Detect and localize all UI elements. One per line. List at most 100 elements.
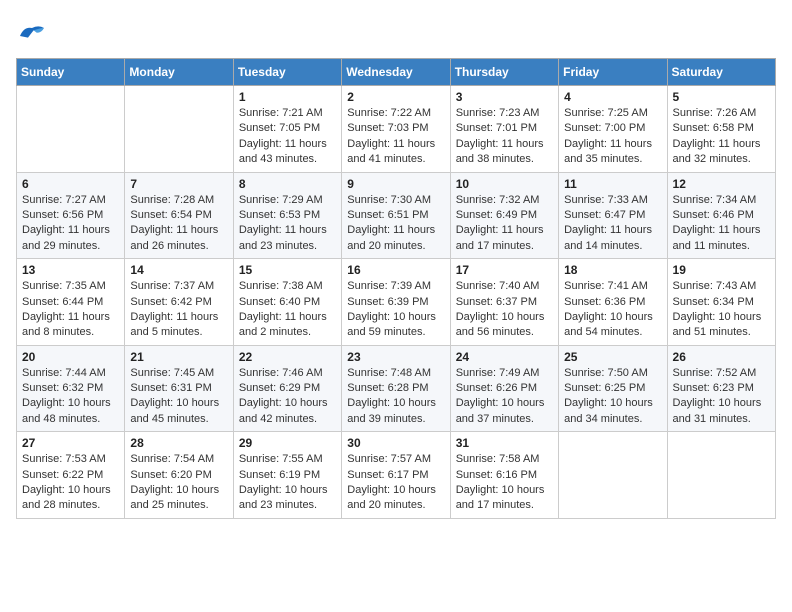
calendar-week-row: 20 Sunrise: 7:44 AMSunset: 6:32 PMDayligh… [17, 345, 776, 432]
day-number: 23 [347, 350, 444, 364]
day-number: 29 [239, 436, 336, 450]
calendar-cell: 25 Sunrise: 7:50 AMSunset: 6:25 PMDayligh… [559, 345, 667, 432]
day-number: 13 [22, 263, 119, 277]
calendar-cell: 15 Sunrise: 7:38 AMSunset: 6:40 PMDayligh… [233, 259, 341, 346]
logo [16, 16, 52, 48]
calendar-cell: 13 Sunrise: 7:35 AMSunset: 6:44 PMDayligh… [17, 259, 125, 346]
day-number: 27 [22, 436, 119, 450]
day-info: Sunrise: 7:48 AMSunset: 6:28 PMDaylight:… [347, 366, 444, 428]
calendar-cell: 21 Sunrise: 7:45 AMSunset: 6:31 PMDayligh… [125, 345, 233, 432]
day-info: Sunrise: 7:28 AMSunset: 6:54 PMDaylight:… [130, 193, 227, 255]
day-info: Sunrise: 7:55 AMSunset: 6:19 PMDaylight:… [239, 452, 336, 514]
day-info: Sunrise: 7:33 AMSunset: 6:47 PMDaylight:… [564, 193, 661, 255]
calendar-cell: 26 Sunrise: 7:52 AMSunset: 6:23 PMDayligh… [667, 345, 775, 432]
day-info: Sunrise: 7:37 AMSunset: 6:42 PMDaylight:… [130, 279, 227, 341]
column-header-saturday: Saturday [667, 59, 775, 86]
day-info: Sunrise: 7:35 AMSunset: 6:44 PMDaylight:… [22, 279, 119, 341]
calendar-cell: 30 Sunrise: 7:57 AMSunset: 6:17 PMDayligh… [342, 432, 450, 519]
day-number: 14 [130, 263, 227, 277]
calendar-cell: 22 Sunrise: 7:46 AMSunset: 6:29 PMDayligh… [233, 345, 341, 432]
day-number: 8 [239, 177, 336, 191]
day-number: 5 [673, 90, 770, 104]
day-info: Sunrise: 7:52 AMSunset: 6:23 PMDaylight:… [673, 366, 770, 428]
day-info: Sunrise: 7:21 AMSunset: 7:05 PMDaylight:… [239, 106, 336, 168]
calendar-cell: 6Sunrise: 7:27 AMSunset: 6:56 PMDaylight… [17, 172, 125, 259]
column-header-thursday: Thursday [450, 59, 558, 86]
day-info: Sunrise: 7:22 AMSunset: 7:03 PMDaylight:… [347, 106, 444, 168]
day-info: Sunrise: 7:46 AMSunset: 6:29 PMDaylight:… [239, 366, 336, 428]
calendar-cell: 11 Sunrise: 7:33 AMSunset: 6:47 PMDayligh… [559, 172, 667, 259]
day-number: 21 [130, 350, 227, 364]
day-number: 16 [347, 263, 444, 277]
day-number: 30 [347, 436, 444, 450]
calendar-table: SundayMondayTuesdayWednesdayThursdayFrid… [16, 58, 776, 519]
day-info: Sunrise: 7:34 AMSunset: 6:46 PMDaylight:… [673, 193, 770, 255]
day-number: 7 [130, 177, 227, 191]
day-info: Sunrise: 7:40 AMSunset: 6:37 PMDaylight:… [456, 279, 553, 341]
day-number: 31 [456, 436, 553, 450]
day-number: 11 [564, 177, 661, 191]
calendar-cell: 24 Sunrise: 7:49 AMSunset: 6:26 PMDayligh… [450, 345, 558, 432]
day-number: 2 [347, 90, 444, 104]
day-info: Sunrise: 7:25 AMSunset: 7:00 PMDaylight:… [564, 106, 661, 168]
calendar-cell: 27 Sunrise: 7:53 AMSunset: 6:22 PMDayligh… [17, 432, 125, 519]
calendar-cell: 2 Sunrise: 7:22 AMSunset: 7:03 PMDaylight… [342, 86, 450, 173]
calendar-cell: 7 Sunrise: 7:28 AMSunset: 6:54 PMDaylight… [125, 172, 233, 259]
column-header-wednesday: Wednesday [342, 59, 450, 86]
day-info: Sunrise: 7:58 AMSunset: 6:16 PMDaylight:… [456, 452, 553, 514]
calendar-cell: 9 Sunrise: 7:30 AMSunset: 6:51 PMDaylight… [342, 172, 450, 259]
calendar-cell: 10Sunrise: 7:32 AMSunset: 6:49 PMDayligh… [450, 172, 558, 259]
day-number: 25 [564, 350, 661, 364]
calendar-cell: 20 Sunrise: 7:44 AMSunset: 6:32 PMDayligh… [17, 345, 125, 432]
page-header [16, 16, 776, 48]
calendar-cell [17, 86, 125, 173]
logo-icon [16, 16, 48, 48]
day-info: Sunrise: 7:29 AMSunset: 6:53 PMDaylight:… [239, 193, 336, 255]
calendar-header-row: SundayMondayTuesdayWednesdayThursdayFrid… [17, 59, 776, 86]
day-number: 9 [347, 177, 444, 191]
column-header-sunday: Sunday [17, 59, 125, 86]
day-info: Sunrise: 7:45 AMSunset: 6:31 PMDaylight:… [130, 366, 227, 428]
column-header-monday: Monday [125, 59, 233, 86]
calendar-cell: 14 Sunrise: 7:37 AMSunset: 6:42 PMDayligh… [125, 259, 233, 346]
day-info: Sunrise: 7:38 AMSunset: 6:40 PMDaylight:… [239, 279, 336, 341]
day-number: 24 [456, 350, 553, 364]
day-info: Sunrise: 7:27 AMSunset: 6:56 PMDaylight:… [22, 193, 119, 255]
day-number: 15 [239, 263, 336, 277]
day-number: 18 [564, 263, 661, 277]
calendar-cell: 12 Sunrise: 7:34 AMSunset: 6:46 PMDayligh… [667, 172, 775, 259]
calendar-cell: 29 Sunrise: 7:55 AMSunset: 6:19 PMDayligh… [233, 432, 341, 519]
calendar-cell: 19 Sunrise: 7:43 AMSunset: 6:34 PMDayligh… [667, 259, 775, 346]
day-info: Sunrise: 7:54 AMSunset: 6:20 PMDaylight:… [130, 452, 227, 514]
day-info: Sunrise: 7:49 AMSunset: 6:26 PMDaylight:… [456, 366, 553, 428]
day-number: 4 [564, 90, 661, 104]
day-number: 26 [673, 350, 770, 364]
day-info: Sunrise: 7:23 AMSunset: 7:01 PMDaylight:… [456, 106, 553, 168]
calendar-cell [125, 86, 233, 173]
calendar-cell: 23 Sunrise: 7:48 AMSunset: 6:28 PMDayligh… [342, 345, 450, 432]
day-number: 17 [456, 263, 553, 277]
calendar-cell [667, 432, 775, 519]
day-info: Sunrise: 7:30 AMSunset: 6:51 PMDaylight:… [347, 193, 444, 255]
calendar-cell: 28Sunrise: 7:54 AMSunset: 6:20 PMDayligh… [125, 432, 233, 519]
calendar-cell [559, 432, 667, 519]
day-number: 10 [456, 177, 553, 191]
calendar-cell: 31 Sunrise: 7:58 AMSunset: 6:16 PMDayligh… [450, 432, 558, 519]
day-info: Sunrise: 7:43 AMSunset: 6:34 PMDaylight:… [673, 279, 770, 341]
calendar-cell: 16Sunrise: 7:39 AMSunset: 6:39 PMDayligh… [342, 259, 450, 346]
day-info: Sunrise: 7:53 AMSunset: 6:22 PMDaylight:… [22, 452, 119, 514]
day-number: 3 [456, 90, 553, 104]
day-number: 12 [673, 177, 770, 191]
calendar-cell: 1 Sunrise: 7:21 AMSunset: 7:05 PMDaylight… [233, 86, 341, 173]
day-number: 20 [22, 350, 119, 364]
calendar-cell: 5Sunrise: 7:26 AMSunset: 6:58 PMDaylight… [667, 86, 775, 173]
day-number: 22 [239, 350, 336, 364]
calendar-cell: 18Sunrise: 7:41 AMSunset: 6:36 PMDayligh… [559, 259, 667, 346]
calendar-week-row: 27 Sunrise: 7:53 AMSunset: 6:22 PMDayligh… [17, 432, 776, 519]
day-info: Sunrise: 7:44 AMSunset: 6:32 PMDaylight:… [22, 366, 119, 428]
day-number: 1 [239, 90, 336, 104]
calendar-week-row: 6Sunrise: 7:27 AMSunset: 6:56 PMDaylight… [17, 172, 776, 259]
day-number: 19 [673, 263, 770, 277]
day-info: Sunrise: 7:50 AMSunset: 6:25 PMDaylight:… [564, 366, 661, 428]
day-info: Sunrise: 7:57 AMSunset: 6:17 PMDaylight:… [347, 452, 444, 514]
